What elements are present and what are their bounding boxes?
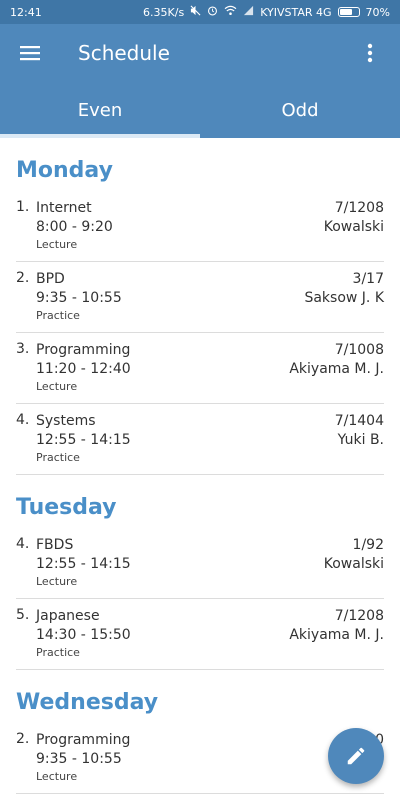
lesson-type: Lecture bbox=[36, 770, 78, 783]
lesson-row[interactable]: 1. Internet 8:00 - 9:20 Lecture 7/1208 K… bbox=[16, 191, 384, 262]
battery-label: 70% bbox=[365, 5, 390, 19]
lesson-type: Lecture bbox=[36, 380, 78, 393]
lesson-room: 3/17 bbox=[352, 271, 384, 287]
lesson-type: Practice bbox=[36, 309, 80, 322]
day-header-tuesday: Tuesday bbox=[16, 495, 117, 520]
lesson-number: 3. bbox=[16, 341, 30, 357]
lesson-subject: Programming bbox=[36, 342, 131, 358]
lesson-subject: Programming bbox=[36, 732, 131, 748]
menu-icon[interactable] bbox=[16, 39, 44, 67]
lesson-teacher: Kowalski bbox=[323, 556, 384, 572]
tab-odd[interactable]: Odd bbox=[200, 82, 400, 138]
lesson-room: 7/1008 bbox=[334, 342, 384, 358]
lesson-time: 14:30 - 15:50 bbox=[36, 627, 131, 643]
lesson-time: 11:20 - 12:40 bbox=[36, 361, 131, 377]
mute-icon bbox=[190, 5, 201, 19]
lesson-row[interactable]: 4. FBDS 12:55 - 14:15 Lecture 1/92 Kowal… bbox=[16, 528, 384, 599]
battery-fill bbox=[339, 9, 352, 15]
wifi-icon bbox=[224, 5, 237, 19]
lesson-type: Practice bbox=[36, 451, 80, 464]
network-speed: 6.35K/s bbox=[143, 5, 185, 19]
lesson-number: 1. bbox=[16, 199, 30, 215]
lesson-teacher: Yuki B. bbox=[337, 432, 384, 448]
tab-bar: Even Odd bbox=[0, 82, 400, 138]
lesson-room: 7/1208 bbox=[334, 608, 384, 624]
lesson-number: 4. bbox=[16, 536, 30, 552]
carrier-label: KYIVSTAR 4G bbox=[260, 5, 332, 19]
lesson-row[interactable]: 5. Japanese 14:30 - 15:50 Practice 7/120… bbox=[16, 599, 384, 670]
lesson-row[interactable]: 2. BPD 9:35 - 10:55 Practice 3/17 Saksow… bbox=[16, 262, 384, 333]
day-header-wednesday: Wednesday bbox=[16, 690, 159, 715]
status-bar: 12:41 6.35K/s KYIVSTAR 4G 70% bbox=[0, 0, 400, 24]
lesson-type: Lecture bbox=[36, 238, 78, 251]
lesson-number: 4. bbox=[16, 412, 30, 428]
lesson-teacher: Akiyama M. J. bbox=[289, 361, 384, 377]
alarm-icon bbox=[207, 5, 218, 19]
lesson-time: 12:55 - 14:15 bbox=[36, 556, 131, 572]
lesson-number: 5. bbox=[16, 607, 30, 623]
lesson-teacher: Saksow J. K bbox=[304, 290, 384, 306]
status-indicators: 6.35K/s KYIVSTAR 4G 70% bbox=[143, 5, 390, 19]
lesson-row[interactable]: 3. Programming 11:20 - 12:40 Lecture 7/1… bbox=[16, 333, 384, 404]
status-time: 12:41 bbox=[10, 5, 42, 19]
page-title: Schedule bbox=[78, 41, 170, 65]
lesson-time: 12:55 - 14:15 bbox=[36, 432, 131, 448]
app-bar: Schedule bbox=[0, 24, 400, 82]
lesson-subject: Japanese bbox=[36, 608, 100, 624]
tab-even[interactable]: Even bbox=[0, 82, 200, 138]
day-header-monday: Monday bbox=[16, 158, 113, 183]
lesson-time: 9:35 - 10:55 bbox=[36, 290, 122, 306]
lesson-time: 9:35 - 10:55 bbox=[36, 751, 122, 767]
lesson-subject: BPD bbox=[36, 271, 65, 287]
lesson-type: Practice bbox=[36, 646, 80, 659]
battery-icon bbox=[337, 7, 360, 17]
lesson-type: Lecture bbox=[36, 575, 78, 588]
lesson-number: 2. bbox=[16, 731, 30, 747]
lesson-teacher: Akiyama M. J. bbox=[289, 627, 384, 643]
lesson-number: 2. bbox=[16, 270, 30, 286]
lesson-subject: Internet bbox=[36, 200, 92, 216]
more-vert-icon[interactable] bbox=[356, 39, 384, 67]
lesson-row[interactable]: 4. Systems 12:55 - 14:15 Practice 7/1404… bbox=[16, 404, 384, 475]
edit-pencil-icon[interactable] bbox=[328, 728, 384, 784]
lesson-teacher: Kowalski bbox=[323, 219, 384, 235]
lesson-subject: FBDS bbox=[36, 537, 74, 553]
lesson-room: 7/1208 bbox=[334, 200, 384, 216]
signal-icon bbox=[243, 5, 254, 19]
lesson-subject: Systems bbox=[36, 413, 96, 429]
schedule-list: Monday 1. Internet 8:00 - 9:20 Lecture 7… bbox=[0, 138, 400, 794]
lesson-room: 7/1404 bbox=[334, 413, 384, 429]
lesson-time: 8:00 - 9:20 bbox=[36, 219, 113, 235]
lesson-room: 1/92 bbox=[352, 537, 384, 553]
